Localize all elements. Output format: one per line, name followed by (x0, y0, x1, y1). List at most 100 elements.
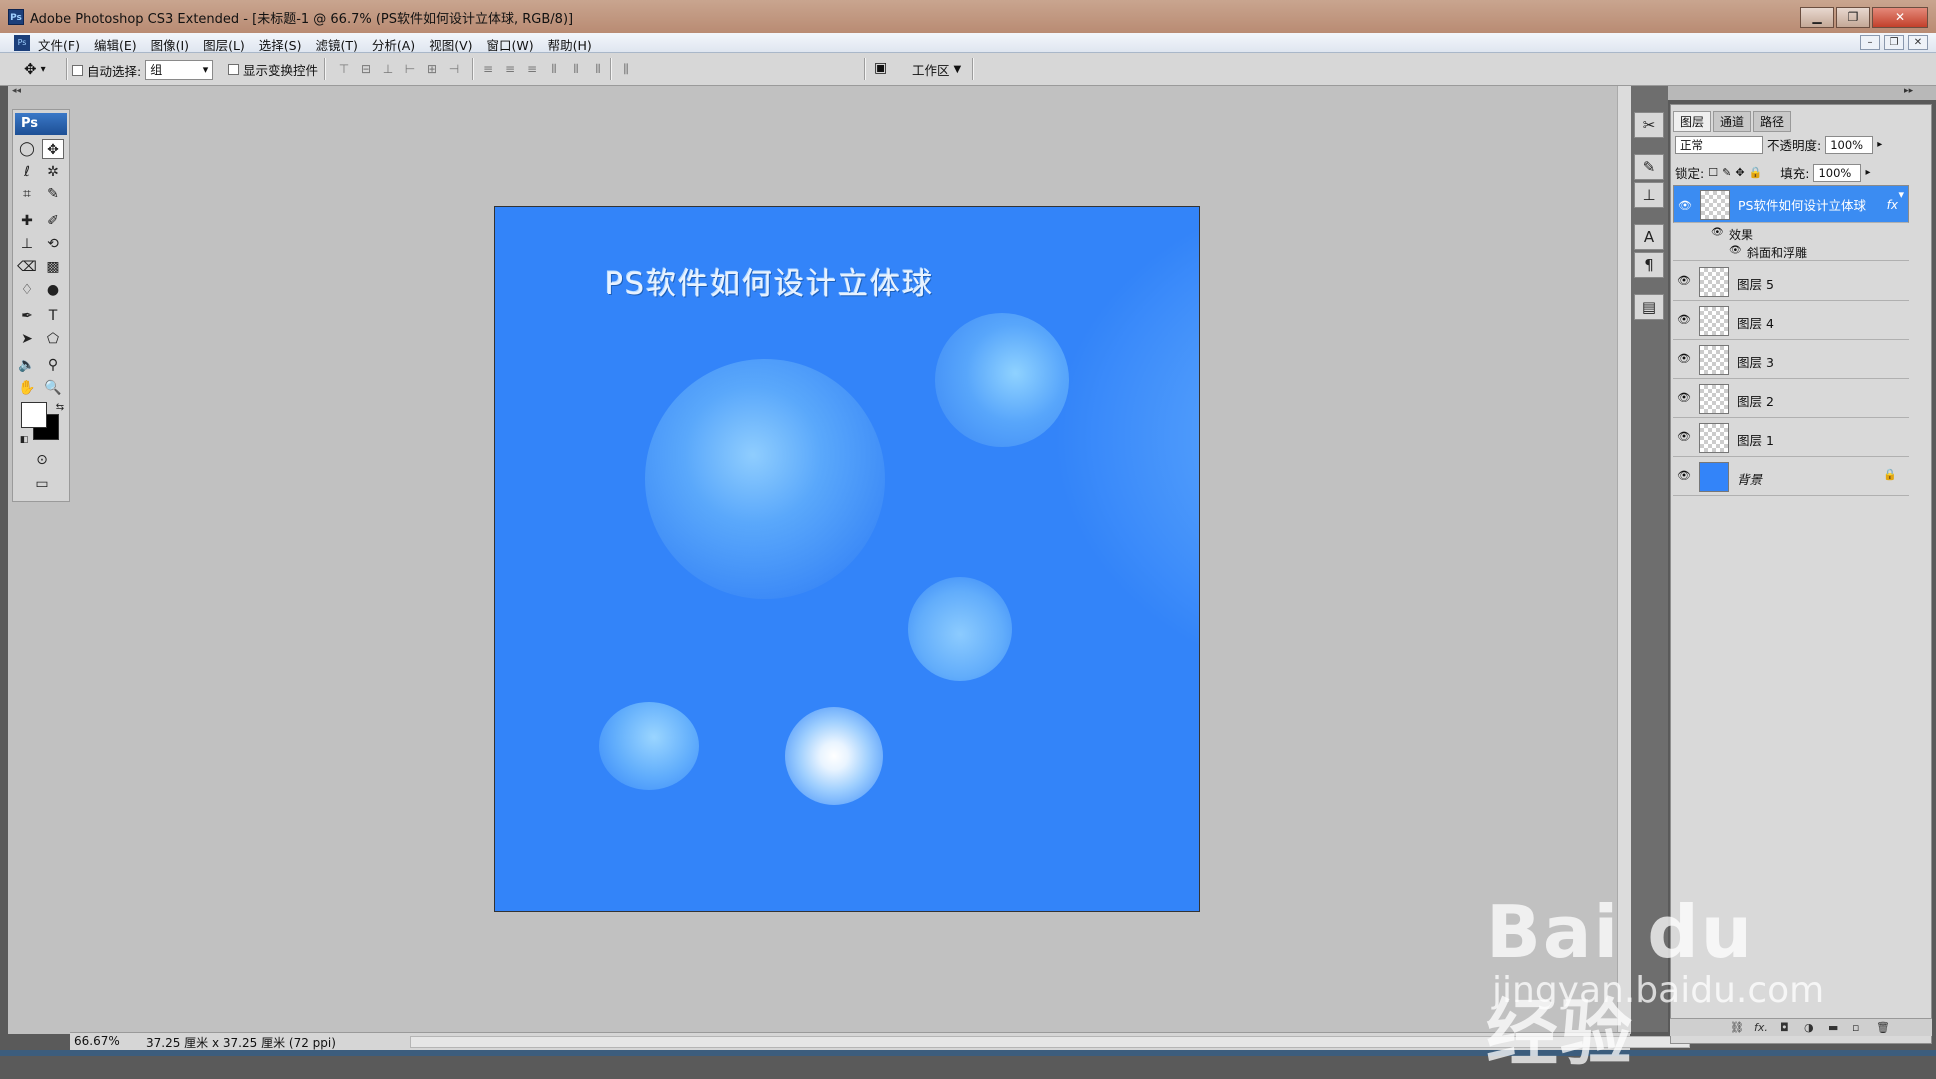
tab-channels[interactable]: 通道 (1713, 111, 1752, 132)
zoom-tool-icon[interactable]: 🔍 (42, 378, 64, 398)
fill-field[interactable]: 100% (1813, 163, 1862, 182)
type-tool-icon[interactable]: T (42, 306, 64, 326)
fx-icon[interactable]: fx (1887, 196, 1898, 214)
canvas-horizontal-scrollbar[interactable] (410, 1036, 1690, 1048)
distribute-left-icon[interactable]: ⦀ (546, 62, 562, 76)
layer-row-5[interactable]: 👁 图层 5 (1673, 263, 1909, 301)
pen-tool-icon[interactable]: ✒ (16, 306, 38, 326)
auto-align-icon[interactable]: ⫼ (618, 62, 634, 76)
eye-icon[interactable]: 👁 (1677, 352, 1691, 365)
eye-icon[interactable]: 👁 (1711, 227, 1724, 238)
doc-restore-button[interactable]: ❐ (1884, 35, 1904, 50)
move-tool-icon[interactable]: ✥ (42, 139, 64, 159)
add-mask-icon[interactable]: ◘ (1780, 1021, 1789, 1034)
eye-icon[interactable]: 👁 (1677, 430, 1691, 443)
layer-row-3[interactable]: 👁 图层 3 (1673, 341, 1909, 379)
add-style-icon[interactable]: fx. (1754, 1021, 1768, 1034)
layer-row-1[interactable]: 👁 图层 1 (1673, 419, 1909, 457)
swap-colors-icon[interactable]: ⇆ (49, 398, 71, 418)
distribute-bottom-icon[interactable]: ≡ (524, 62, 540, 76)
dodge-tool-icon[interactable]: ● (42, 280, 64, 300)
default-colors-icon[interactable]: ◧ (13, 430, 35, 450)
character-icon[interactable]: A (1634, 224, 1664, 250)
distribute-right-icon[interactable]: ⦀ (590, 62, 606, 76)
lock-all-icon[interactable]: 🔒 (1749, 166, 1763, 179)
new-layer-icon[interactable]: ▫ (1852, 1021, 1859, 1034)
gradient-tool-icon[interactable]: ▩ (42, 257, 64, 277)
crop-tool-icon[interactable]: ⌗ (16, 184, 38, 204)
maximize-button[interactable]: ❐ (1836, 7, 1870, 28)
layer-comps-icon[interactable]: ▤ (1634, 294, 1664, 320)
link-layers-icon[interactable]: ⛓ (1730, 1021, 1744, 1034)
align-left-icon[interactable]: ⊢ (402, 62, 418, 76)
eye-icon[interactable]: 👁 (1677, 391, 1691, 404)
close-button[interactable]: ✕ (1872, 7, 1928, 28)
zoom-level[interactable]: 66.67% (74, 1034, 120, 1048)
distribute-vcenter-icon[interactable]: ≡ (502, 62, 518, 76)
shape-tool-icon[interactable]: ⬠ (42, 329, 64, 349)
doc-close-button[interactable]: ✕ (1908, 35, 1928, 50)
notes-tool-icon[interactable]: 🔈 (16, 355, 38, 375)
menu-select[interactable]: 选择(S) (259, 35, 302, 54)
align-right-icon[interactable]: ⊣ (446, 62, 462, 76)
hand-tool-icon[interactable]: ✋ (16, 378, 38, 398)
marquee-tool-icon[interactable]: ◯ (16, 139, 38, 159)
brush-tool-icon[interactable]: ✐ (42, 211, 64, 231)
menu-layer[interactable]: 图层(L) (203, 35, 245, 54)
path-selection-tool-icon[interactable]: ➤ (16, 329, 38, 349)
tool-presets-icon[interactable]: ✂ (1634, 112, 1664, 138)
slice-tool-icon[interactable]: ✎ (42, 184, 64, 204)
delete-layer-icon[interactable]: 🗑 (1876, 1021, 1890, 1034)
eyedropper-tool-icon[interactable]: ⚲ (42, 355, 64, 375)
tab-layers[interactable]: 图层 (1673, 111, 1712, 132)
workspace-menu[interactable]: 工作区 ▼ (912, 60, 961, 79)
eye-icon[interactable]: 👁 (1677, 469, 1691, 482)
align-bottom-icon[interactable]: ⊥ (380, 62, 396, 76)
screen-mode-icon[interactable]: ▭ (27, 474, 57, 494)
eraser-tool-icon[interactable]: ⌫ (16, 257, 38, 277)
tab-paths[interactable]: 路径 (1753, 111, 1792, 132)
menu-window[interactable]: 窗口(W) (487, 35, 534, 54)
menu-filter[interactable]: 滤镜(T) (315, 35, 357, 54)
brushes-icon[interactable]: ✎ (1634, 154, 1664, 180)
layer-row-text[interactable]: 👁 PS软件如何设计立体球 fx (1673, 185, 1909, 223)
toolbox-collapse[interactable]: ◂◂ (8, 86, 66, 100)
align-hcenter-icon[interactable]: ⊞ (424, 62, 440, 76)
panel-dock-header[interactable]: ◂◂▸▸ (1631, 86, 1936, 100)
paragraph-icon[interactable]: ¶ (1634, 252, 1664, 278)
magic-wand-tool-icon[interactable]: ✲ (42, 162, 64, 182)
auto-select-checkbox[interactable] (72, 64, 83, 76)
adjustment-layer-icon[interactable]: ◑ (1804, 1021, 1814, 1034)
document-icon[interactable]: Ps (14, 35, 30, 51)
menu-edit[interactable]: 编辑(E) (94, 35, 137, 54)
document-info[interactable]: 37.25 厘米 x 37.25 厘米 (72 ppi) (146, 1034, 336, 1051)
distribute-hcenter-icon[interactable]: ⦀ (568, 62, 584, 76)
clone-stamp-tool-icon[interactable]: ⊥ (16, 234, 38, 254)
move-tool-preset[interactable]: ✥ ▾ (24, 60, 46, 78)
blend-mode-dropdown[interactable]: 正常 (1675, 135, 1763, 154)
document-canvas[interactable]: PS软件如何设计立体球 (494, 206, 1200, 912)
history-brush-tool-icon[interactable]: ⟲ (42, 234, 64, 254)
canvas-vertical-scrollbar[interactable] (1617, 86, 1631, 1032)
new-group-icon[interactable]: ▬ (1828, 1021, 1838, 1034)
menu-analysis[interactable]: 分析(A) (372, 35, 415, 54)
lock-position-icon[interactable]: ✥ (1735, 166, 1744, 179)
layer-row-2[interactable]: 👁 图层 2 (1673, 380, 1909, 418)
eye-icon[interactable]: 👁 (1677, 313, 1691, 326)
layer-row-4[interactable]: 👁 图层 4 (1673, 302, 1909, 340)
eye-icon[interactable]: 👁 (1678, 197, 1692, 215)
lasso-tool-icon[interactable]: ℓ (16, 162, 38, 182)
menu-file[interactable]: 文件(F) (38, 35, 80, 54)
menu-help[interactable]: 帮助(H) (548, 35, 592, 54)
eye-icon[interactable]: 👁 (1729, 245, 1742, 256)
blur-tool-icon[interactable]: ♢ (16, 280, 38, 300)
bevel-emboss-row[interactable]: 👁 斜面和浮雕 (1673, 243, 1909, 261)
fill-slider-icon[interactable]: ▸ (1865, 167, 1870, 178)
opacity-slider-icon[interactable]: ▸ (1877, 139, 1882, 150)
doc-minimize-button[interactable]: – (1860, 35, 1880, 50)
menu-view[interactable]: 视图(V) (429, 35, 472, 54)
lock-transparency-icon[interactable]: ☐ (1708, 166, 1718, 179)
quick-mask-icon[interactable]: ⊙ (31, 450, 53, 470)
opacity-field[interactable]: 100% (1825, 135, 1874, 154)
clone-source-icon[interactable]: ⊥ (1634, 182, 1664, 208)
